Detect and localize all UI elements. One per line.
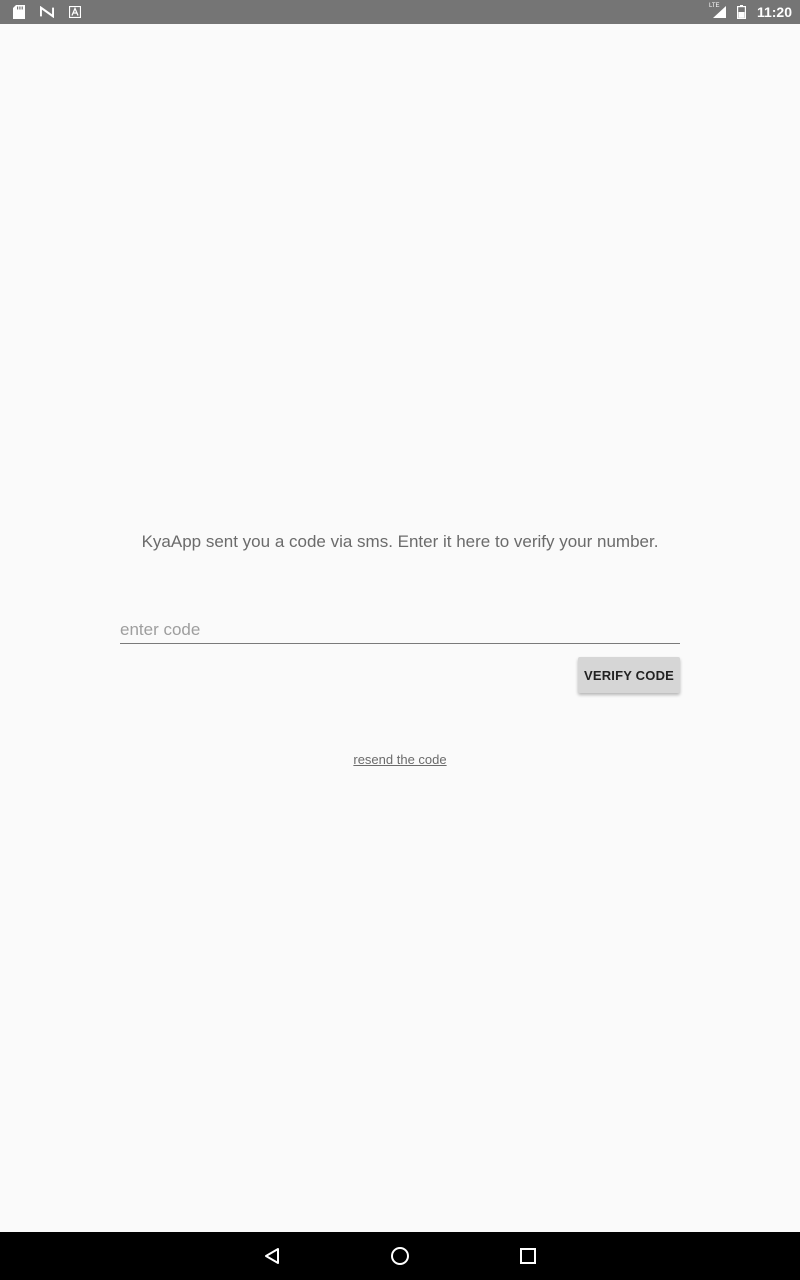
status-bar: LTE 11:20 bbox=[0, 0, 800, 24]
status-bar-left bbox=[12, 5, 82, 19]
n-notification-icon bbox=[40, 5, 54, 19]
home-icon[interactable] bbox=[388, 1244, 412, 1268]
lte-label: LTE bbox=[708, 3, 720, 9]
verification-message: KyaApp sent you a code via sms. Enter it… bbox=[141, 532, 659, 551]
navigation-bar bbox=[0, 1232, 800, 1280]
lte-signal-icon: LTE bbox=[708, 3, 727, 19]
back-icon[interactable] bbox=[260, 1244, 284, 1268]
sd-card-icon bbox=[12, 5, 26, 19]
code-input[interactable] bbox=[120, 616, 680, 644]
resend-link-container: resend the code bbox=[0, 751, 800, 769]
status-time: 11:20 bbox=[756, 4, 792, 20]
battery-icon bbox=[735, 5, 749, 19]
verification-screen: KyaApp sent you a code via sms. Enter it… bbox=[0, 24, 800, 1232]
verify-code-button[interactable]: VERIFY CODE bbox=[578, 657, 680, 693]
recents-icon[interactable] bbox=[516, 1244, 540, 1268]
resend-code-link[interactable]: resend the code bbox=[353, 752, 446, 767]
status-bar-right: LTE 11:20 bbox=[708, 3, 792, 20]
a-notification-icon bbox=[68, 5, 82, 19]
